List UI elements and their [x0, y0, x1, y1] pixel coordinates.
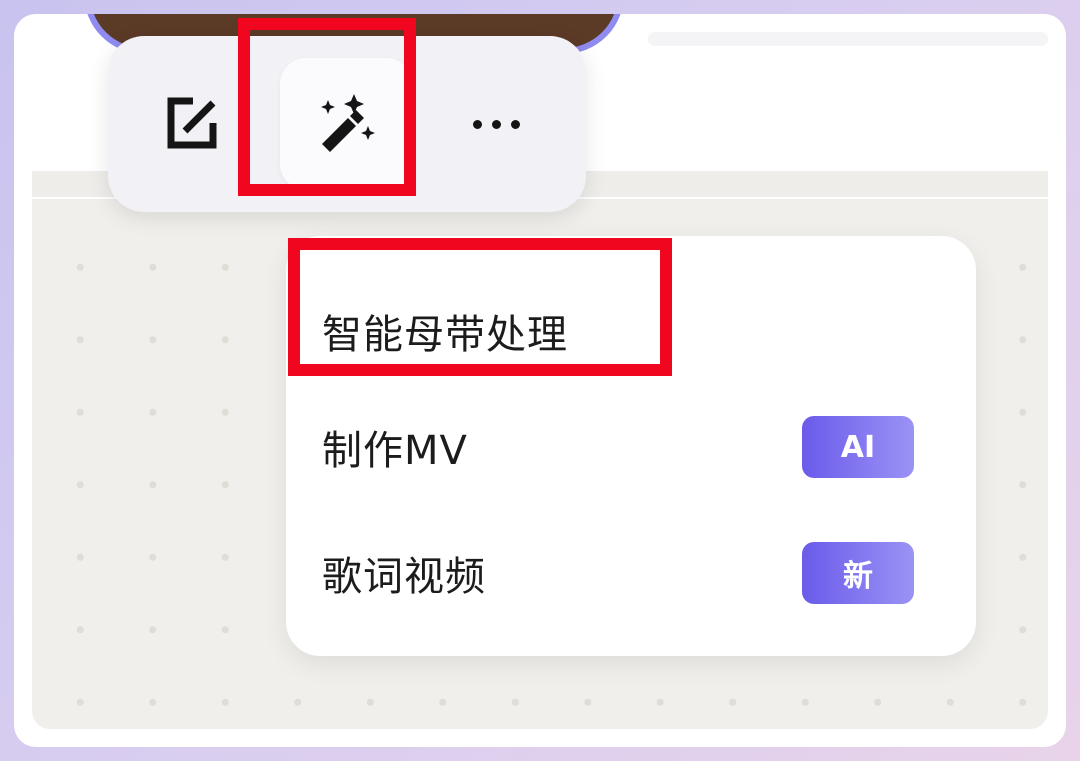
menu-item-label: 智能母带处理	[322, 312, 568, 358]
ai-badge: AI	[802, 416, 914, 478]
new-badge: 新	[802, 542, 914, 604]
menu-item-smart-mastering[interactable]: 智能母带处理	[322, 286, 942, 376]
menu-item-lyric-video[interactable]: 歌词视频 新	[322, 528, 942, 618]
magic-button[interactable]	[280, 58, 412, 190]
edit-icon	[167, 97, 217, 149]
menu-item-label: 歌词视频	[322, 554, 486, 600]
magic-wand-icon	[321, 94, 375, 152]
more-icon	[472, 119, 520, 129]
edit-button[interactable]	[126, 58, 258, 190]
menu-item-label: 制作MV	[322, 428, 468, 474]
menu-item-make-mv[interactable]: 制作MV AI	[322, 402, 942, 492]
top-bar-pill	[648, 32, 1048, 46]
magic-menu: 智能母带处理 制作MV AI 歌词视频 新	[286, 236, 976, 656]
app-window: 智能母带处理 制作MV AI 歌词视频 新	[14, 14, 1066, 747]
floating-toolbar	[108, 36, 586, 212]
more-button[interactable]	[430, 58, 562, 190]
